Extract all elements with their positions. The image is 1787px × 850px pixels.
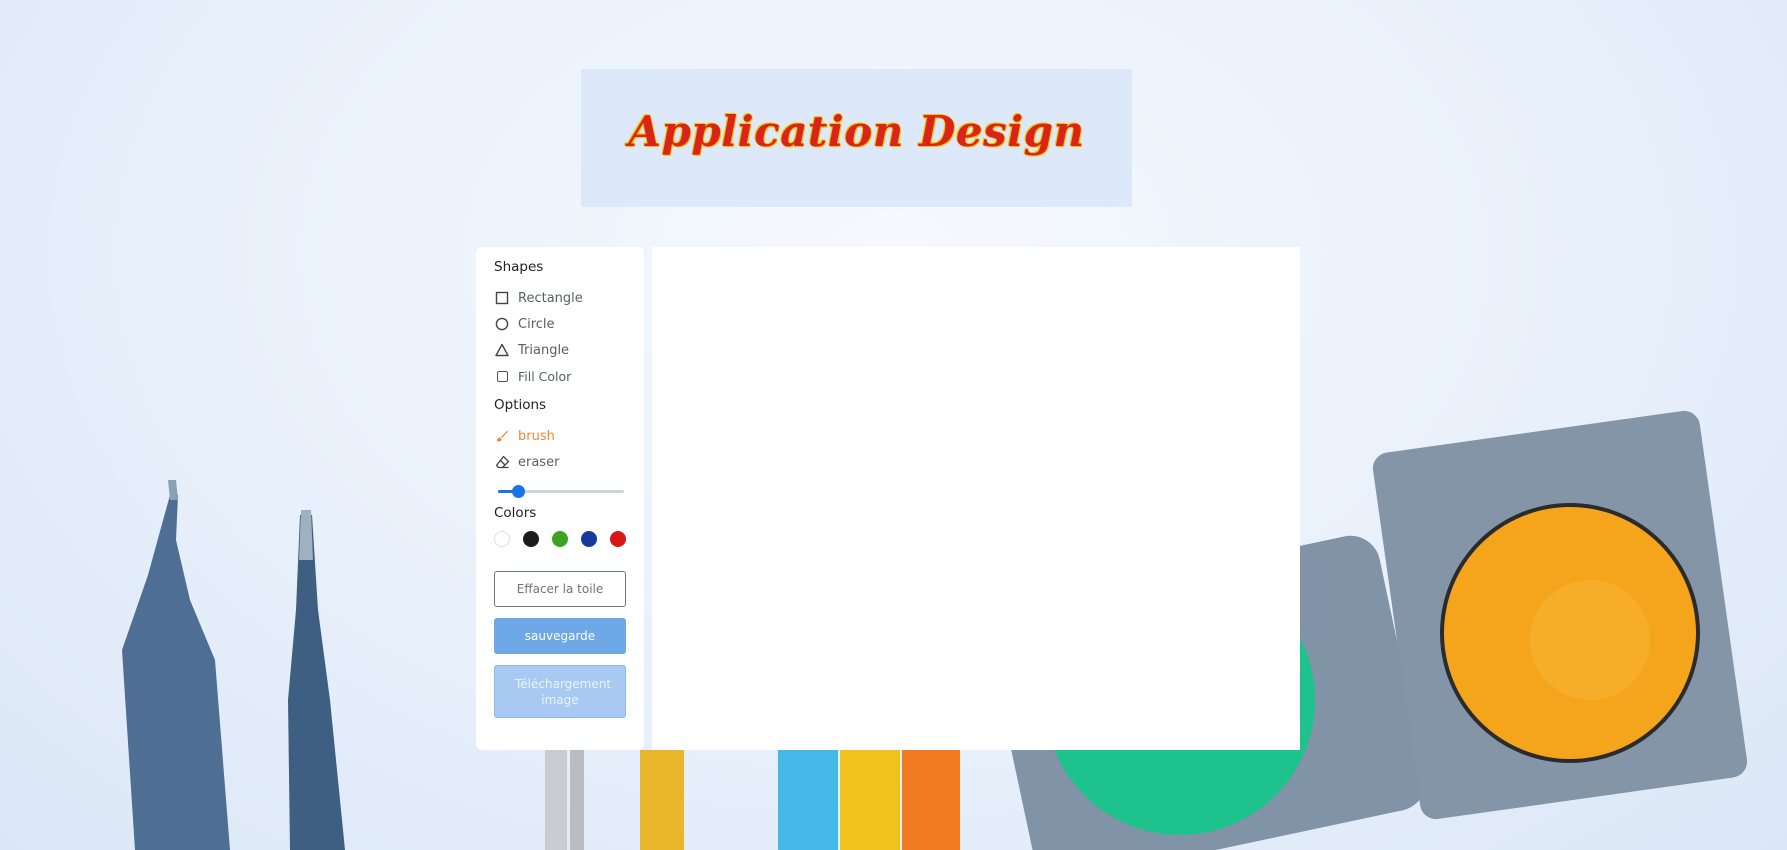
fill-color-toggle[interactable]: Fill Color <box>494 363 626 389</box>
shape-circle-label: Circle <box>518 316 555 332</box>
options-heading: Options <box>494 397 547 413</box>
download-image-button[interactable]: Téléchargement image <box>494 665 626 718</box>
fill-color-label: Fill Color <box>518 368 572 384</box>
color-swatch-4[interactable] <box>610 531 626 547</box>
tool-panel: Shapes Rectangle Circle Triangle Fill Co… <box>476 247 644 750</box>
drawing-canvas[interactable] <box>652 247 1300 750</box>
header-banner: Application Design <box>581 69 1132 207</box>
square-outline-icon <box>494 290 510 306</box>
shape-triangle-label: Triangle <box>518 342 570 358</box>
slider-thumb[interactable] <box>512 485 526 498</box>
clear-canvas-button[interactable]: Effacer la toile <box>494 571 626 607</box>
color-swatch-3[interactable] <box>581 531 597 547</box>
brush-label: brush <box>518 428 555 444</box>
shape-circle[interactable]: Circle <box>494 311 626 337</box>
save-button[interactable]: sauvegarde <box>494 618 626 654</box>
color-swatch-2[interactable] <box>552 531 568 547</box>
shape-rectangle-label: Rectangle <box>518 290 583 306</box>
color-swatch-0[interactable] <box>494 531 510 547</box>
download-image-label: Téléchargement image <box>515 676 612 707</box>
brush-size-slider[interactable] <box>498 479 624 503</box>
color-swatch-1[interactable] <box>523 531 539 547</box>
brush-icon <box>494 428 510 444</box>
circle-outline-icon <box>494 316 510 332</box>
shapes-heading: Shapes <box>494 259 544 275</box>
triangle-outline-icon <box>494 342 510 358</box>
eraser-icon <box>494 454 510 470</box>
shape-rectangle[interactable]: Rectangle <box>494 285 626 311</box>
colors-heading: Colors <box>494 505 537 521</box>
page-title: Application Design <box>628 106 1085 156</box>
shape-triangle[interactable]: Triangle <box>494 337 626 363</box>
eraser-label: eraser <box>518 454 560 470</box>
brush-tool[interactable]: brush <box>494 423 626 449</box>
eraser-tool[interactable]: eraser <box>494 449 626 475</box>
fill-color-checkbox[interactable] <box>496 368 508 384</box>
color-swatches <box>494 531 626 547</box>
